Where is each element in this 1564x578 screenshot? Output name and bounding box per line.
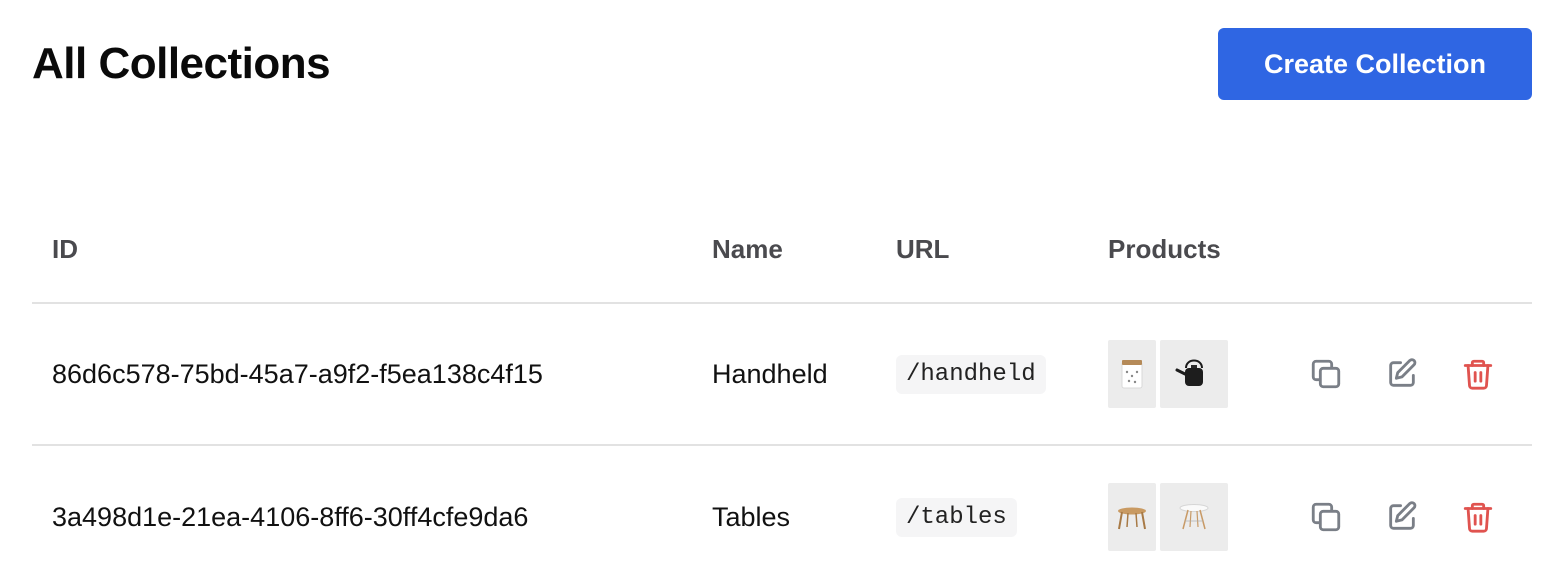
white-mug-image	[1108, 340, 1156, 408]
black-kettle-image	[1160, 340, 1228, 408]
column-header-products: Products	[1108, 233, 1221, 264]
collections-table: ID Name URL Products 86d6c578-75bd-45a7-…	[32, 196, 1532, 578]
duplicate-icon	[1311, 502, 1341, 532]
edit-button[interactable]	[1374, 489, 1430, 545]
column-header-id: ID	[52, 233, 78, 264]
table-row: 86d6c578-75bd-45a7-a9f2-f5ea138c4f15 Han…	[32, 304, 1532, 446]
collection-id: 3a498d1e-21ea-4106-8ff6-30ff4cfe9da6	[52, 501, 529, 532]
product-thumbnails	[1108, 483, 1292, 551]
column-header-name: Name	[712, 233, 783, 264]
edit-icon	[1389, 501, 1417, 530]
column-header-url: URL	[896, 233, 950, 264]
delete-button[interactable]	[1450, 346, 1506, 402]
edit-icon	[1389, 358, 1417, 387]
collections-page: All Collections Create Collection ID Nam…	[0, 0, 1564, 578]
page-title: All Collections	[32, 39, 331, 88]
page-header: All Collections Create Collection	[32, 28, 1532, 100]
trash-icon	[1463, 359, 1493, 390]
duplicate-button[interactable]	[1298, 346, 1354, 402]
table-header: ID Name URL Products	[32, 196, 1532, 304]
collection-url: /handheld	[896, 354, 1046, 394]
table-row: 3a498d1e-21ea-4106-8ff6-30ff4cfe9da6 Tab…	[32, 446, 1532, 578]
create-collection-button[interactable]: Create Collection	[1218, 28, 1532, 100]
duplicate-icon	[1311, 359, 1341, 389]
delete-button[interactable]	[1450, 489, 1506, 545]
trash-icon	[1463, 502, 1493, 533]
edit-button[interactable]	[1374, 346, 1430, 402]
row-actions	[1292, 489, 1506, 545]
collection-name: Handheld	[712, 358, 828, 389]
wooden-stool-image	[1108, 483, 1156, 551]
product-thumbnails	[1108, 340, 1292, 408]
white-round-table-image	[1160, 483, 1228, 551]
collection-url: /tables	[896, 497, 1017, 537]
collection-name: Tables	[712, 501, 791, 532]
collection-id: 86d6c578-75bd-45a7-a9f2-f5ea138c4f15	[52, 358, 543, 389]
duplicate-button[interactable]	[1298, 489, 1354, 545]
row-actions	[1292, 346, 1506, 402]
